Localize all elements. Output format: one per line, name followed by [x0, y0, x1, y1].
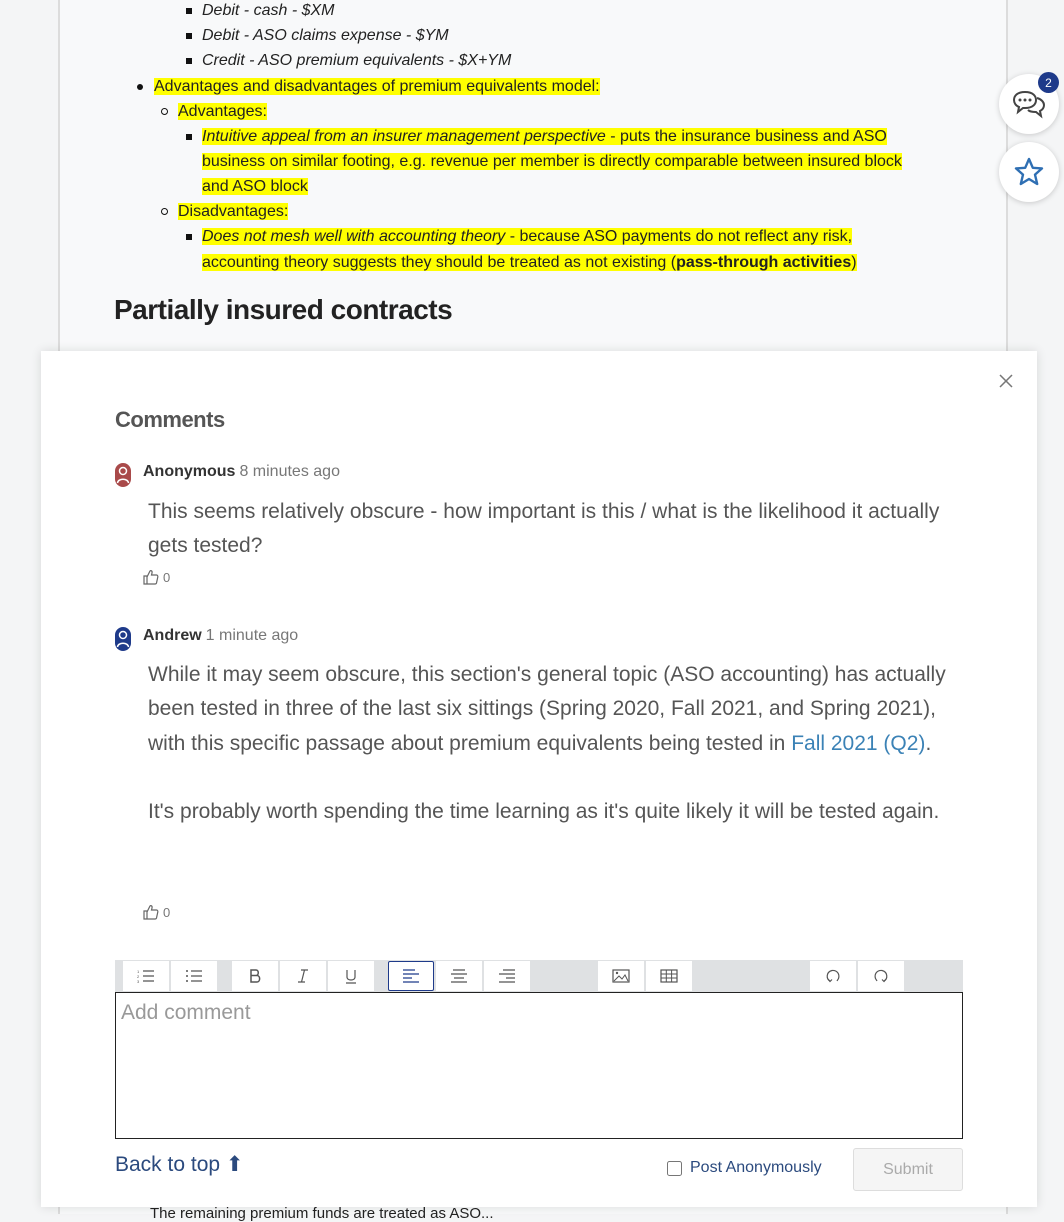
- comment-author: Andrew: [143, 627, 202, 644]
- bullet-list-button[interactable]: [171, 961, 217, 991]
- align-left-icon: [403, 969, 419, 983]
- journal-entry: Debit - ASO claims expense - $YM: [202, 27, 449, 44]
- like-count: 0: [163, 569, 171, 585]
- bold-icon: [250, 969, 261, 983]
- italic-button[interactable]: [280, 961, 326, 991]
- italic-icon: [298, 969, 308, 983]
- advantages-label: Advantages:: [178, 103, 267, 120]
- align-center-button[interactable]: [436, 961, 482, 991]
- bullet-disc: [137, 84, 143, 90]
- bullet-square: [186, 8, 192, 14]
- underline-button[interactable]: [328, 961, 374, 991]
- comments-panel: Comments Anonymous 8 minutes ago This see…: [41, 351, 1037, 1207]
- thumbs-up-icon: [143, 570, 159, 585]
- like-button[interactable]: 0: [143, 569, 170, 585]
- bold-button[interactable]: [232, 961, 278, 991]
- disadvantage-title: Does not mesh well with accounting theor…: [202, 228, 506, 245]
- star-icon: [1014, 157, 1044, 186]
- like-count: 0: [163, 904, 171, 920]
- comment-time: 8 minutes ago: [239, 463, 340, 480]
- redo-icon: [874, 969, 888, 983]
- table-icon: [660, 969, 678, 983]
- bookmark-button[interactable]: [999, 142, 1059, 202]
- advantage-text: business on similar footing, e.g. revenu…: [202, 153, 902, 170]
- disadvantage-text: accounting theory suggests they should b…: [202, 254, 677, 271]
- comments-icon: [1012, 90, 1046, 119]
- pass-through-term: pass-through activities: [676, 254, 852, 271]
- comment-body: This seems relatively obscure - how impo…: [148, 495, 958, 564]
- comment-body: While it may seem obscure, this section'…: [148, 658, 958, 829]
- submit-button[interactable]: Submit: [853, 1148, 963, 1191]
- align-center-icon: [451, 969, 467, 983]
- adv-disadv-heading: Advantages and disadvantages of premium …: [154, 78, 600, 95]
- align-right-icon: [499, 969, 515, 983]
- comments-title: Comments: [115, 407, 225, 432]
- editor-toolbar: 123: [115, 960, 963, 992]
- journal-entry: Credit - ASO premium equivalents - $X+YM: [202, 52, 512, 69]
- svg-text:3: 3: [137, 979, 140, 983]
- bullet-circle: [161, 108, 168, 115]
- section-heading: Partially insured contracts: [114, 294, 453, 325]
- advantage-title: Intuitive appeal from an insurer managem…: [202, 128, 606, 145]
- ordered-list-button[interactable]: 123: [123, 961, 169, 991]
- comment-editor: [115, 992, 963, 1139]
- close-button[interactable]: [996, 371, 1016, 391]
- post-anonymously-label: Post Anonymously: [690, 1159, 822, 1176]
- bullet-square: [186, 134, 192, 140]
- like-button[interactable]: 0: [143, 904, 170, 920]
- comment-text: It's probably worth spending the time le…: [148, 799, 940, 823]
- comments-count-badge: 2: [1038, 72, 1059, 93]
- insert-image-button[interactable]: [598, 961, 644, 991]
- undo-button[interactable]: [810, 961, 856, 991]
- disadvantage-text: ): [851, 254, 857, 271]
- redo-button[interactable]: [858, 961, 904, 991]
- journal-entry: Debit - cash - $XM: [202, 2, 335, 19]
- bullet-square: [186, 58, 192, 64]
- advantage-text: - puts the insurance business and ASO: [605, 128, 887, 145]
- comment-input[interactable]: [116, 993, 962, 1138]
- user-avatar-icon: [115, 463, 131, 487]
- align-left-button[interactable]: [388, 961, 434, 991]
- post-anonymously-option[interactable]: Post Anonymously: [667, 1159, 822, 1177]
- user-avatar-icon: [115, 627, 131, 651]
- underline-icon: [346, 970, 356, 984]
- comments-button[interactable]: 2: [999, 72, 1059, 134]
- comment-time: 1 minute ago: [205, 627, 299, 644]
- thumbs-up-icon: [143, 905, 159, 920]
- bullet-list-icon: [186, 970, 202, 982]
- comment-author: Anonymous: [143, 463, 236, 480]
- bullet-square: [186, 234, 192, 240]
- insert-table-button[interactable]: [646, 961, 692, 991]
- exam-question-link[interactable]: Fall 2021 (Q2): [791, 732, 925, 755]
- close-icon: [999, 374, 1013, 388]
- undo-icon: [826, 969, 840, 983]
- back-to-top-link[interactable]: Back to top ⬆: [115, 1152, 244, 1177]
- ordered-list-icon: 123: [137, 969, 154, 983]
- disadvantage-text: - because ASO payments do not reflect an…: [505, 228, 853, 245]
- post-anonymously-checkbox[interactable]: [667, 1160, 682, 1176]
- comment-text: This seems relatively obscure - how impo…: [148, 500, 940, 558]
- comment-text: .: [925, 731, 932, 755]
- disadvantages-label: Disadvantages:: [178, 203, 289, 220]
- advantage-text: and ASO block: [202, 178, 308, 195]
- bullet-square: [186, 33, 192, 39]
- bullet-circle: [161, 208, 168, 215]
- image-icon: [612, 969, 630, 983]
- align-right-button[interactable]: [484, 961, 530, 991]
